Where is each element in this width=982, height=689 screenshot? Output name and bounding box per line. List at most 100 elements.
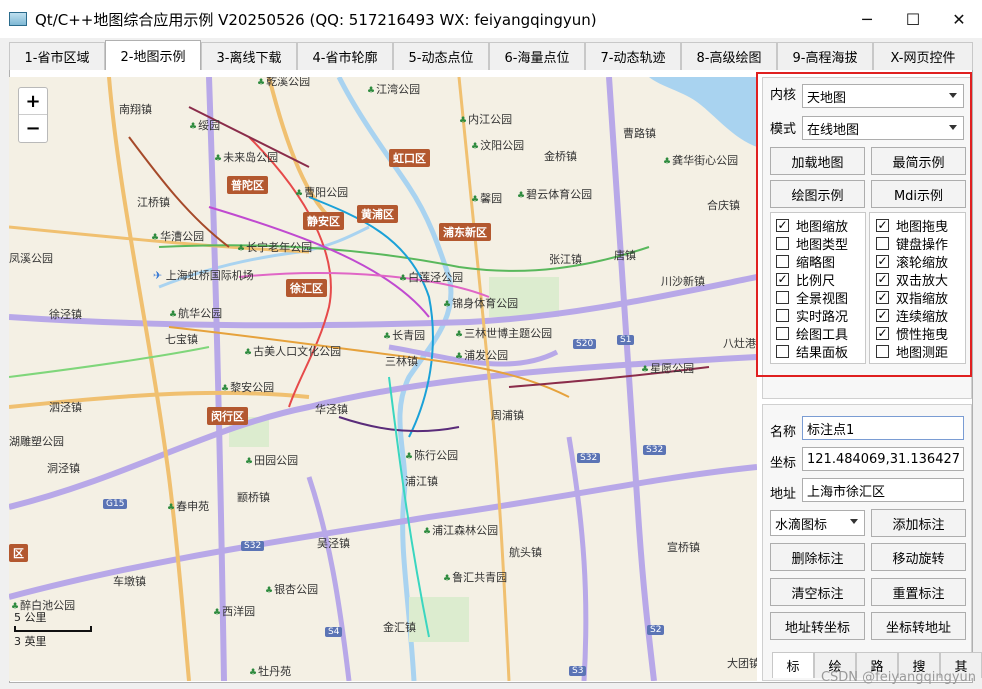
place-label: 航头镇 xyxy=(509,546,542,559)
place-label: ♣银杏公园 xyxy=(265,583,319,596)
tab-8[interactable]: 8-高级绘图 xyxy=(681,42,777,70)
district-label: 黄浦区 xyxy=(357,205,398,223)
address-input[interactable]: 上海市徐汇区 xyxy=(802,478,964,502)
left-checkbox-2[interactable]: 缩略图 xyxy=(776,252,835,271)
kernel-value: 天地图 xyxy=(807,90,847,106)
road-sign: S32 xyxy=(643,445,667,455)
tab-9[interactable]: 9-高程海拔 xyxy=(777,42,873,70)
right-checkbox-5[interactable]: ✓ 连续缩放 xyxy=(876,306,948,325)
checkbox-icon xyxy=(776,237,789,250)
left-checkbox-5[interactable]: 实时路况 xyxy=(776,306,848,325)
place-label: 三林镇 xyxy=(385,355,418,368)
place-label: ♣曹阳公园 xyxy=(295,186,349,199)
place-label: 湖雕塑公园 xyxy=(9,435,64,448)
subtab-marker[interactable]: 标 xyxy=(772,652,814,678)
place-label: ♣陈行公园 xyxy=(405,449,459,462)
clear-markers-button[interactable]: 清空标注 xyxy=(770,578,865,606)
chevron-down-icon xyxy=(850,519,858,524)
icon-type-select[interactable]: 水滴图标 xyxy=(770,510,865,536)
csdn-watermark: CSDN @feiyangqingyun xyxy=(820,670,976,685)
checkbox-label: 缩略图 xyxy=(796,256,836,271)
left-checkbox-4[interactable]: 全景视图 xyxy=(776,288,848,307)
add-marker-button[interactable]: 添加标注 xyxy=(871,509,966,537)
checkbox-label: 全景视图 xyxy=(796,292,849,307)
checkbox-label: 实时路况 xyxy=(796,310,849,325)
right-checkbox-1[interactable]: 键盘操作 xyxy=(876,234,948,253)
checkbox-icon xyxy=(776,345,789,358)
place-label: 徐泾镇 xyxy=(49,308,82,321)
tab-7[interactable]: 7-动态轨迹 xyxy=(585,42,681,70)
right-checkbox-4[interactable]: ✓ 双指缩放 xyxy=(876,288,948,307)
checkbox-label: 双击放大 xyxy=(896,274,949,289)
right-checkbox-3[interactable]: ✓ 双击放大 xyxy=(876,270,948,289)
right-checkbox-2[interactable]: ✓ 滚轮缩放 xyxy=(876,252,948,271)
name-label: 名称 xyxy=(770,425,797,440)
close-icon: ✕ xyxy=(952,9,966,29)
place-label: ♣西洋园 xyxy=(213,605,256,618)
place-label: ♣浦江森林公园 xyxy=(423,524,499,537)
scale-imperial: 3 英里 xyxy=(14,635,47,648)
left-checkbox-0[interactable]: ✓ 地图缩放 xyxy=(776,216,848,235)
minimize-button[interactable]: ─ xyxy=(844,0,890,38)
place-label: 合庆镇 xyxy=(707,199,740,212)
close-button[interactable]: ✕ xyxy=(936,0,982,38)
left-checkbox-7[interactable]: 结果面板 xyxy=(776,342,848,361)
place-label: ♣锦身体育公园 xyxy=(443,297,519,310)
address-to-coord-button[interactable]: 地址转坐标 xyxy=(770,612,865,640)
tab-2-active[interactable]: 2-地图示例 xyxy=(105,40,201,70)
place-label: ♣黎安公园 xyxy=(221,381,275,394)
name-input[interactable]: 标注点1 xyxy=(802,416,964,440)
mdi-demo-button[interactable]: Mdi示例 xyxy=(871,180,966,208)
place-label: ♣星愿公园 xyxy=(641,362,695,375)
simple-demo-button[interactable]: 最简示例 xyxy=(871,147,966,175)
place-label: ♣绥园 xyxy=(189,119,221,132)
tab-3[interactable]: 3-离线下载 xyxy=(201,42,297,70)
right-checkbox-6[interactable]: ✓ 惯性拖曳 xyxy=(876,324,948,343)
place-label: ♣白莲泾公园 xyxy=(399,271,464,284)
addr-label: 地址 xyxy=(770,487,797,502)
checkbox-label: 比例尺 xyxy=(796,274,836,289)
road-sign: S20 xyxy=(573,339,597,349)
delete-marker-button[interactable]: 删除标注 xyxy=(770,543,865,571)
kernel-select[interactable]: 天地图 xyxy=(802,84,964,108)
checkbox-label: 结果面板 xyxy=(796,346,849,361)
coord-to-address-button[interactable]: 坐标转地址 xyxy=(871,612,966,640)
road-sign: S32 xyxy=(577,453,601,463)
coord-input[interactable]: 121.484069,31.136427 xyxy=(802,447,964,471)
place-label: 泗泾镇 xyxy=(49,401,82,414)
tab-x[interactable]: X-网页控件 xyxy=(873,42,973,70)
right-checkbox-0[interactable]: ✓ 地图拖曳 xyxy=(876,216,948,235)
load-map-button[interactable]: 加载地图 xyxy=(770,147,865,175)
checkbox-label: 地图类型 xyxy=(796,238,849,253)
road-sign: S4 xyxy=(325,627,343,637)
zoom-out-button[interactable]: − xyxy=(19,115,47,142)
title-bar: Qt/C++地图综合应用示例 V20250526 (QQ: 517216493 … xyxy=(0,0,982,38)
place-label: 凤溪公园 xyxy=(9,252,53,265)
reset-markers-button[interactable]: 重置标注 xyxy=(871,578,966,606)
zoom-control: + − xyxy=(18,87,48,143)
place-label: ♣馨园 xyxy=(471,192,503,205)
road-sign: S3 xyxy=(569,666,587,676)
checkbox-icon xyxy=(876,237,889,250)
move-rotate-button[interactable]: 移动旋转 xyxy=(871,543,966,571)
road-sign: S1 xyxy=(617,335,635,345)
place-label: 七宝镇 xyxy=(165,333,198,346)
zoom-in-button[interactable]: + xyxy=(19,88,47,115)
place-label: 车墩镇 xyxy=(113,575,146,588)
tab-1[interactable]: 1-省市区域 xyxy=(9,42,105,70)
tab-5[interactable]: 5-动态点位 xyxy=(393,42,489,70)
road-sign: S2 xyxy=(647,625,665,635)
right-checkbox-7[interactable]: 地图测距 xyxy=(876,342,948,361)
place-label: 华泾镇 xyxy=(315,403,348,416)
tab-6[interactable]: 6-海量点位 xyxy=(489,42,585,70)
mode-select[interactable]: 在线地图 xyxy=(802,116,964,140)
left-checkbox-6[interactable]: 绘图工具 xyxy=(776,324,848,343)
maximize-button[interactable]: ☐ xyxy=(890,0,936,38)
tab-4[interactable]: 4-省市轮廓 xyxy=(297,42,393,70)
left-checkbox-1[interactable]: 地图类型 xyxy=(776,234,848,253)
draw-demo-button[interactable]: 绘图示例 xyxy=(770,180,865,208)
map-view[interactable]: + − 普陀区 虹口区 静安区 黄浦区 浦东新区 徐汇区 闵行区 区 ♣江湾公园… xyxy=(9,77,757,681)
left-checkbox-3[interactable]: ✓ 比例尺 xyxy=(776,270,835,289)
place-label: ♣田园公园 xyxy=(245,454,299,467)
place-label: ♣长宁老年公园 xyxy=(237,241,313,254)
